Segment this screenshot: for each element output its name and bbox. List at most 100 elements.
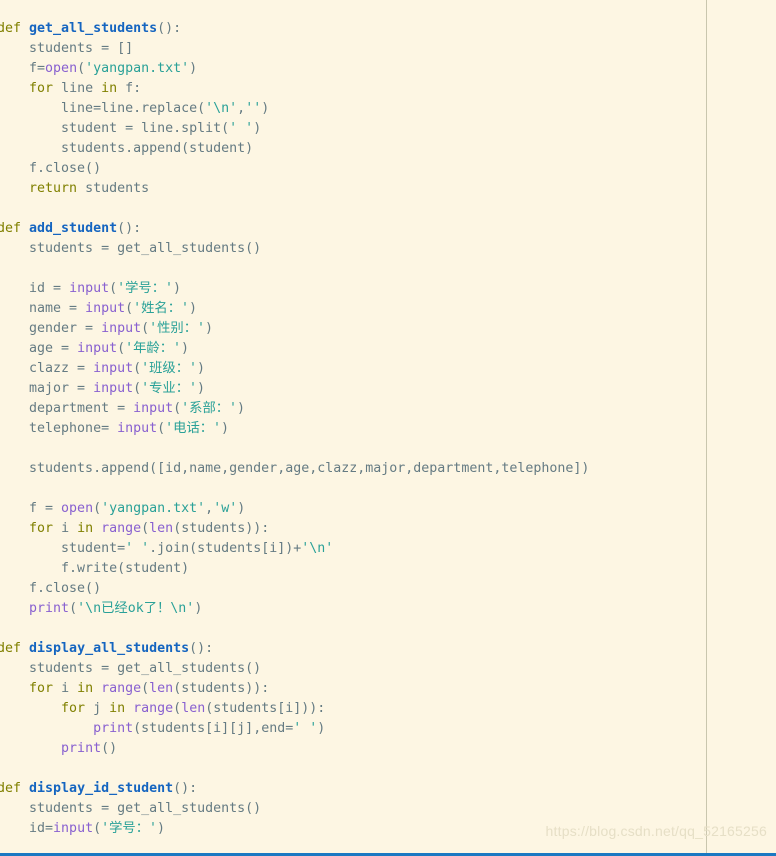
code-token-kw: in (77, 681, 94, 697)
code-token-id: students = get_all_students() (0, 661, 262, 677)
code-token-str: 'yangpan.txt' (85, 61, 190, 77)
code-token-id: ) (197, 381, 206, 397)
code-token-id: f = (0, 501, 62, 517)
code-token-id: ( (141, 321, 150, 337)
code-token-bi: input (77, 341, 118, 357)
code-token-str: '专业：' (141, 381, 198, 397)
code-line: id = input('学号：') (0, 279, 589, 299)
code-token-id: (students)): (173, 521, 270, 537)
code-token-id (93, 521, 101, 536)
code-line: def add_student(): (0, 219, 589, 239)
code-line: students = [] (0, 39, 589, 59)
code-token-bi: open (45, 61, 78, 77)
code-token-id: age = (0, 341, 78, 357)
code-token-bi: input (53, 821, 94, 837)
code-token-id: id= (0, 821, 54, 837)
code-token-kw: for (29, 521, 54, 537)
code-token-kw: in (109, 701, 126, 717)
code-token-id: students = get_all_students() (0, 241, 262, 257)
code-token-bi: input (93, 381, 134, 397)
code-token-str: '\n已经ok了！\n' (77, 601, 195, 617)
code-token-id: ( (157, 421, 166, 437)
code-token-id: , (205, 501, 214, 517)
code-token-id (0, 721, 93, 736)
code-token-fn: display_all_students (29, 641, 190, 657)
code-line: print('\n已经ok了！\n') (0, 599, 589, 619)
code-token-id: f.write(student) (0, 561, 190, 577)
code-token-id: ) (317, 721, 326, 737)
code-token-id (93, 681, 101, 696)
code-token-id: major = (0, 381, 94, 397)
code-token-kw: def (0, 781, 30, 797)
code-token-str: '' (245, 101, 262, 117)
code-token-id: ) (253, 121, 262, 137)
code-token-id: students = [] (0, 41, 134, 57)
code-token-bi: len (181, 701, 206, 717)
code-token-bi: input (69, 281, 110, 297)
code-line: ​ (0, 759, 589, 779)
code-line: clazz = input('班级：') (0, 359, 589, 379)
code-token-id: (students[i])): (205, 701, 326, 717)
code-token-id: line (53, 81, 102, 97)
code-line: gender = input('性别：') (0, 319, 589, 339)
code-line: age = input('年龄：') (0, 339, 589, 359)
code-token-kw: for (61, 701, 86, 717)
code-token-bi: print (61, 741, 102, 757)
code-token-bi: print (93, 721, 134, 737)
code-token-id: ) (197, 361, 206, 377)
code-token-id: ( (125, 301, 134, 317)
code-token-bi: input (93, 361, 134, 377)
code-editor-pane[interactable]: def get_all_students (): students = [] f=… (0, 0, 776, 856)
code-token-id: ) (221, 421, 230, 437)
code-token-id (0, 681, 29, 696)
code-line: for i in range(len(students)): (0, 519, 589, 539)
code-token-bi: len (149, 521, 174, 537)
code-line: id=input('学号：') (0, 819, 589, 839)
code-line: print() (0, 739, 589, 759)
code-token-str: ' ' (229, 121, 254, 137)
code-token-fn: add_student (29, 221, 118, 237)
code-token-id: telephone= (0, 421, 118, 437)
code-token-id: () (101, 741, 118, 757)
code-line: ​ (0, 619, 589, 639)
code-token-id: (): (117, 221, 142, 237)
code-token-kw: def (0, 641, 30, 657)
code-line: f=open('yangpan.txt') (0, 59, 589, 79)
code-line: major = input('专业：') (0, 379, 589, 399)
code-token-bi: open (61, 501, 94, 517)
code-token-id: ) (237, 501, 246, 517)
code-line: f.close() (0, 159, 589, 179)
code-token-kw: for (29, 81, 54, 97)
code-token-id: ) (173, 281, 182, 297)
code-token-id: ( (93, 821, 102, 837)
code-line: print(students[i][j],end=' ') (0, 719, 589, 739)
code-token-id: ( (141, 521, 150, 537)
code-token-id: student= (0, 541, 126, 557)
code-token-str: ' ' (293, 721, 318, 737)
code-token-id: f= (0, 61, 46, 77)
code-token-bi: print (29, 601, 70, 617)
code-token-id (0, 81, 29, 96)
code-token-id: ) (194, 601, 203, 617)
code-token-kw: in (101, 81, 118, 97)
source-code-block[interactable]: def get_all_students (): students = [] f=… (0, 19, 589, 839)
code-token-id: j (85, 701, 110, 717)
code-line: name = input('姓名：') (0, 299, 589, 319)
code-token-bi: input (133, 401, 174, 417)
code-token-bi: range (101, 521, 142, 537)
code-token-id: (students)): (173, 681, 270, 697)
code-token-kw: return (29, 181, 78, 197)
code-token-id (0, 741, 61, 756)
code-token-id: ) (157, 821, 166, 837)
code-line: ​ (0, 259, 589, 279)
code-token-id (0, 521, 29, 536)
code-token-id: students (77, 181, 150, 197)
code-line: for line in f: (0, 79, 589, 99)
code-token-id: f: (117, 81, 142, 97)
code-token-fn: get_all_students (29, 21, 158, 37)
code-token-id: department = (0, 401, 134, 417)
code-token-id: f.close() (0, 581, 102, 597)
code-token-bi: input (101, 321, 142, 337)
code-token-id: students.append(student) (0, 141, 254, 157)
code-line: f = open('yangpan.txt','w') (0, 499, 589, 519)
